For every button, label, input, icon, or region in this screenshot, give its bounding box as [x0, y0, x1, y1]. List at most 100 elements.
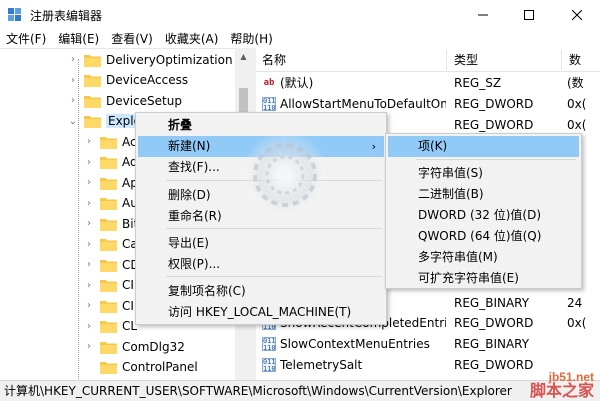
watermark: jb51.net 脚本之家	[530, 371, 594, 399]
value-type: REG_DWORD	[454, 97, 534, 111]
value-name: SlowContextMenuEntries	[280, 337, 430, 351]
chevron-right-icon[interactable]: ›	[84, 131, 94, 152]
value-row[interactable]: 011 110 SlowContextMenuEntries REG_BINARY	[256, 334, 600, 355]
close-button[interactable]	[554, 0, 600, 31]
value-type: REG_BINARY	[454, 337, 530, 351]
chevron-right-icon[interactable]: ›	[84, 172, 94, 193]
tree-item[interactable]: ⌄ Explo	[68, 111, 143, 132]
value-name: TelemetrySalt	[280, 358, 363, 372]
column-divider[interactable]	[446, 50, 447, 70]
chevron-right-icon[interactable]: ›	[84, 316, 94, 337]
tree-item[interactable]: › DeliveryOptimization	[68, 49, 233, 70]
new-dword-value[interactable]: DWORD (32 位)值(D)	[388, 205, 579, 226]
folder-icon	[100, 237, 117, 251]
watermark-brand: 脚本之家	[529, 381, 594, 400]
status-bar-path: 计算机\HKEY_CURRENT_USER\SOFTWARE\Microsoft…	[0, 380, 600, 401]
column-divider[interactable]	[561, 50, 562, 70]
registry-app-icon	[8, 8, 24, 22]
menu-item-label: 重命名(R)	[168, 209, 222, 223]
ctx-goto-hklm[interactable]: 访问 HKEY_LOCAL_MACHINE(T)	[138, 302, 384, 323]
binary-value-icon: 011110	[262, 97, 276, 112]
tree-item[interactable]: › Ap	[84, 172, 138, 193]
tree-item[interactable]: › ComDlg32	[84, 336, 185, 357]
menu-edit[interactable]: 编辑(E)	[52, 31, 105, 48]
scroll-up-icon[interactable]: ▲	[235, 48, 252, 65]
tree-item[interactable]: › Ca	[84, 234, 138, 255]
folder-icon	[100, 176, 117, 190]
folder-icon	[100, 196, 117, 210]
menu-bar: 文件(F) 编辑(E) 查看(V) 收藏夹(A) 帮助(H)	[0, 31, 600, 48]
folder-icon	[100, 299, 117, 313]
menu-help[interactable]: 帮助(H)	[224, 31, 278, 48]
folder-icon	[100, 217, 117, 231]
value-data: (数	[567, 76, 584, 90]
tree-item[interactable]: › Ad	[84, 152, 138, 173]
chevron-right-icon[interactable]: ›	[68, 49, 78, 70]
busy-spinner-icon	[240, 130, 330, 220]
chevron-right-icon[interactable]: ›	[84, 254, 94, 275]
ctx-export[interactable]: 导出(E)	[138, 233, 384, 254]
new-multi-string-value[interactable]: 多字符串值(M)	[388, 247, 579, 268]
tree-item-label: ControlPanel	[122, 360, 198, 374]
string-value-icon: ab	[263, 78, 275, 88]
chevron-right-icon[interactable]: ›	[84, 213, 94, 234]
menu-item-label: 查找(F)...	[168, 160, 220, 174]
folder-icon	[100, 258, 117, 272]
submenu-arrow-icon: ›	[371, 140, 376, 153]
menu-view[interactable]: 查看(V)	[105, 31, 159, 48]
folder-icon	[100, 135, 117, 149]
menu-file[interactable]: 文件(F)	[0, 31, 52, 48]
column-data[interactable]: 数	[563, 48, 581, 72]
window-title: 注册表编辑器	[30, 9, 103, 23]
new-qword-value[interactable]: QWORD (64 位)值(Q)	[388, 226, 579, 247]
tree-item[interactable]: › CL	[84, 316, 137, 337]
list-header: 名称 类型 数	[256, 48, 600, 72]
value-row[interactable]: ab (默认) REG_SZ (数	[256, 73, 600, 94]
tree-item-label: DeliveryOptimization	[106, 52, 233, 67]
tree-item[interactable]: › Bit	[84, 213, 138, 234]
minimize-icon	[478, 9, 488, 23]
tree-item[interactable]: › DeviceSetup	[68, 90, 182, 111]
maximize-button[interactable]	[506, 0, 552, 31]
folder-icon	[100, 319, 117, 333]
menu-item-label: 新建(N)	[168, 139, 211, 153]
folder-icon	[100, 278, 117, 292]
menu-separator	[416, 159, 576, 160]
chevron-right-icon[interactable]: ›	[68, 70, 78, 91]
binary-value-icon: 011110	[262, 358, 276, 373]
new-binary-value[interactable]: 二进制值(B)	[388, 184, 579, 205]
tree-item[interactable]: › Ac	[84, 131, 137, 152]
chevron-right-icon[interactable]: ›	[84, 234, 94, 255]
value-type: REG_SZ	[454, 76, 502, 90]
chevron-right-icon[interactable]: ›	[84, 275, 94, 296]
folder-icon	[100, 360, 117, 374]
column-type[interactable]: 类型	[448, 48, 478, 72]
menu-item-label: 删除(D)	[168, 188, 211, 202]
chevron-down-icon[interactable]: ⌄	[68, 111, 78, 132]
tree-item[interactable]: › Au	[84, 193, 138, 214]
minimize-button[interactable]	[460, 0, 506, 31]
chevron-right-icon[interactable]: ›	[84, 336, 94, 357]
chevron-right-icon[interactable]: ›	[84, 295, 94, 316]
ctx-copy-key-name[interactable]: 复制项名称(C)	[138, 281, 384, 302]
tree-item-label: DeviceAccess	[106, 73, 189, 87]
value-data: 0x(	[567, 97, 587, 111]
new-key[interactable]: 项(K)	[388, 136, 579, 157]
folder-icon	[100, 340, 117, 354]
tree-item[interactable]: ControlPanel	[84, 357, 198, 378]
tree-item[interactable]: › DeviceAccess	[68, 70, 188, 91]
close-icon	[571, 9, 583, 23]
column-name[interactable]: 名称	[256, 48, 286, 72]
tree-item[interactable]: › CD	[84, 254, 140, 275]
chevron-right-icon[interactable]: ›	[84, 193, 94, 214]
chevron-right-icon[interactable]: ›	[84, 152, 94, 173]
ctx-permissions[interactable]: 权限(P)...	[138, 254, 384, 275]
new-expandable-string-value[interactable]: 可扩充字符串值(E)	[388, 268, 579, 289]
chevron-right-icon[interactable]: ›	[68, 90, 78, 111]
value-type: REG_DWORD	[454, 316, 534, 330]
menu-separator	[166, 228, 382, 229]
menu-item-label: 访问 HKEY_LOCAL_MACHINE(T)	[168, 305, 352, 319]
title-bar: 注册表编辑器	[0, 0, 600, 31]
new-string-value[interactable]: 字符串值(S)	[388, 163, 579, 184]
menu-favorites[interactable]: 收藏夹(A)	[159, 31, 225, 48]
